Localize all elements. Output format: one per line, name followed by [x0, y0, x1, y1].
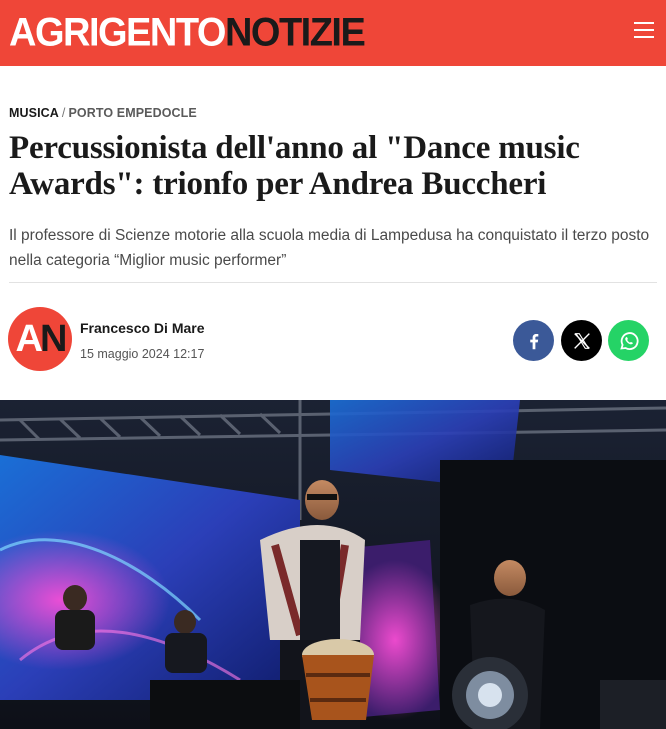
author-avatar[interactable]: AN [8, 307, 72, 371]
avatar-letter-a: A [15, 317, 44, 360]
x-share-button[interactable] [561, 320, 602, 361]
logo-agrigento: AGRIGENTO [9, 10, 226, 56]
concert-photo [0, 400, 666, 729]
avatar-letter-n: N [40, 317, 68, 360]
breadcrumb-category[interactable]: MUSICA [9, 106, 59, 120]
x-twitter-icon [573, 332, 590, 349]
facebook-icon [529, 333, 538, 349]
article-title: Percussionista dell'anno al "Dance music… [9, 130, 580, 202]
breadcrumb: MUSICA / PORTO EMPEDOCLE [9, 106, 197, 120]
site-header: AGRIGENTO NOTIZIE [0, 0, 666, 66]
whatsapp-share-button[interactable] [608, 320, 649, 361]
divider [9, 282, 657, 283]
breadcrumb-separator: / [61, 106, 66, 120]
facebook-share-button[interactable] [513, 320, 554, 361]
author-name[interactable]: Francesco Di Mare [80, 320, 205, 336]
publish-date: 15 maggio 2024 12:17 [80, 347, 205, 361]
logo-notizie: NOTIZIE [224, 10, 366, 56]
hamburger-menu-icon[interactable] [634, 22, 656, 44]
article-subtitle: Il professore di Scienze motorie alla sc… [9, 227, 650, 269]
whatsapp-icon [619, 331, 639, 350]
breadcrumb-location[interactable]: PORTO EMPEDOCLE [68, 106, 196, 120]
hero-image[interactable] [0, 400, 666, 729]
site-logo[interactable]: AGRIGENTO NOTIZIE [9, 10, 366, 56]
